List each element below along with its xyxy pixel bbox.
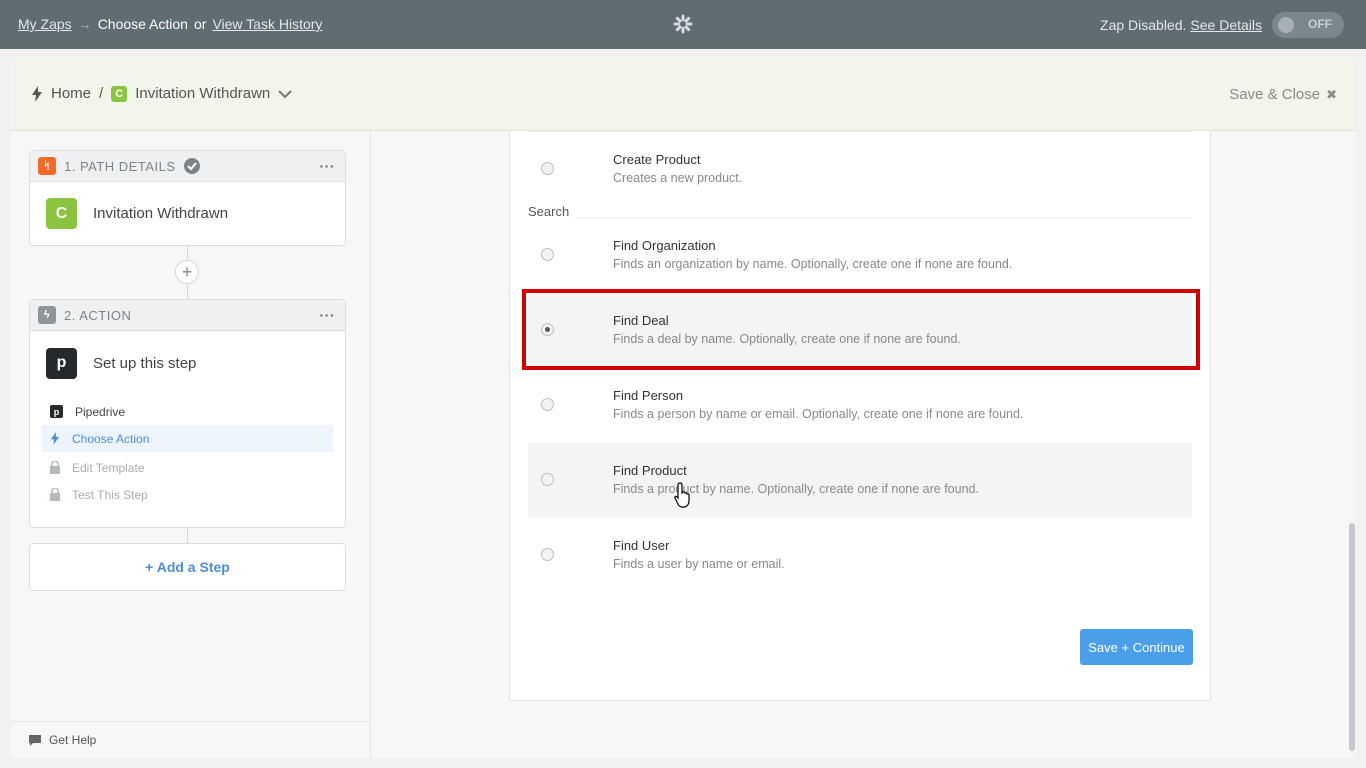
bolt-icon (32, 85, 42, 102)
see-details-link[interactable]: See Details (1190, 17, 1262, 33)
step-app-row[interactable]: p Set up this step (30, 331, 345, 395)
zap-name[interactable]: Invitation Withdrawn (135, 85, 270, 102)
substep-label: Edit Template (72, 460, 145, 475)
connector-line (187, 528, 188, 543)
lock-icon (50, 488, 60, 501)
top-bar: My Zaps → Choose Action or View Task His… (0, 0, 1366, 49)
zap-editor: Home / C Invitation Withdrawn Save & Clo… (11, 58, 1355, 758)
zap-on-off-toggle[interactable]: OFF (1272, 12, 1344, 38)
substep-edit-template[interactable]: Edit Template (42, 454, 333, 481)
bolt-icon (50, 432, 60, 445)
radio-button[interactable] (541, 162, 554, 175)
pipedrive-icon: p (46, 347, 77, 379)
option-title: Find Person (613, 388, 684, 403)
chevron-down-icon[interactable] (278, 89, 292, 99)
step-app-row[interactable]: C Invitation Withdrawn (30, 182, 345, 245)
view-task-history-link[interactable]: View Task History (212, 16, 322, 32)
option-description: Finds a person by name or email. Optiona… (613, 407, 1024, 421)
option-find-user[interactable]: Find User Finds a user by name or email. (528, 518, 1192, 593)
option-title: Create Product (613, 152, 701, 167)
scrollbar-thumb[interactable] (1349, 523, 1355, 751)
option-description: Finds a deal by name. Optionally, create… (613, 332, 961, 346)
chat-icon (29, 734, 41, 746)
zap-status-text: Zap Disabled. (1100, 17, 1187, 33)
or-text: or (193, 16, 207, 32)
step-header: ϟ 2. ACTION ··· (30, 300, 345, 331)
hand-cursor-icon (674, 482, 690, 508)
add-step-plus-icon[interactable]: + (175, 260, 199, 284)
close-icon: ✖ (1326, 86, 1337, 102)
zapier-logo-icon[interactable] (673, 14, 693, 34)
option-description: Creates a new product. (613, 171, 743, 185)
current-page-label: Choose Action (97, 16, 188, 32)
breadcrumb-arrow: → (77, 16, 92, 32)
option-title: Find Organization (613, 238, 716, 253)
step-label: 1. PATH DETAILS (64, 158, 176, 174)
save-close-button[interactable]: Save & Close ✖ (1229, 86, 1337, 103)
action-list-panel: Create Product Creates a new product. Se… (509, 131, 1211, 701)
radio-button-selected[interactable] (541, 323, 554, 336)
home-link[interactable]: Home (51, 85, 91, 102)
search-section-label: Search (528, 204, 570, 219)
toggle-label: OFF (1308, 17, 1332, 31)
breadcrumb-separator: / (99, 85, 104, 102)
save-close-label: Save & Close (1229, 86, 1321, 103)
editor-header: Home / C Invitation Withdrawn Save & Clo… (11, 58, 1355, 131)
option-title: Find User (613, 538, 670, 553)
editor-breadcrumb: Home / C Invitation Withdrawn (31, 85, 292, 102)
substep-pipedrive[interactable]: p Pipedrive (42, 398, 333, 425)
get-help-label: Get Help (49, 733, 97, 747)
lock-icon (50, 461, 60, 474)
option-find-organization[interactable]: Find Organization Finds an organization … (528, 218, 1192, 293)
action-content: Create Product Creates a new product. Se… (371, 131, 1355, 758)
substep-test-step[interactable]: Test This Step (42, 481, 333, 508)
get-help-button[interactable]: Get Help (11, 721, 370, 758)
option-create-product[interactable]: Create Product Creates a new product. (528, 131, 1192, 206)
step-menu-icon[interactable]: ··· (320, 307, 336, 323)
step-app-name: Set up this step (93, 354, 197, 372)
bolt-icon: ϟ (38, 306, 56, 324)
option-find-deal[interactable]: Find Deal Finds a deal by name. Optional… (528, 293, 1192, 368)
zap-status: Zap Disabled. See Details OFF (1100, 12, 1344, 38)
option-description: Finds an organization by name. Optionall… (613, 257, 1013, 271)
my-zaps-link[interactable]: My Zaps (18, 16, 72, 32)
step-menu-icon[interactable]: ··· (320, 158, 336, 174)
save-continue-button[interactable]: Save + Continue (1080, 629, 1193, 665)
substep-label: Test This Step (72, 487, 148, 502)
radio-button[interactable] (541, 248, 554, 261)
app-icon: C (46, 198, 77, 229)
radio-button[interactable] (541, 548, 554, 561)
radio-button[interactable] (541, 473, 554, 486)
step-card-2[interactable]: ϟ 2. ACTION ··· p Set up this step p Pip… (29, 299, 346, 528)
add-step-button[interactable]: + Add a Step (29, 543, 346, 591)
app-badge: C (111, 85, 128, 102)
toggle-knob (1278, 17, 1294, 33)
step-card-1[interactable]: ᛋ 1. PATH DETAILS ··· C Invitation Withd… (29, 150, 346, 246)
option-find-product[interactable]: Find Product Finds a product by name. Op… (528, 443, 1192, 518)
step-label: 2. ACTION (64, 307, 132, 323)
substep-choose-action[interactable]: Choose Action (42, 425, 333, 452)
option-find-person[interactable]: Find Person Finds a person by name or em… (528, 368, 1192, 443)
scrollbar[interactable] (1348, 131, 1356, 758)
substep-label: Choose Action (72, 431, 150, 446)
option-description: Finds a product by name. Optionally, cre… (613, 482, 979, 496)
path-icon: ᛋ (38, 157, 56, 175)
radio-button[interactable] (541, 398, 554, 411)
pipedrive-icon: p (50, 405, 63, 418)
step-app-name: Invitation Withdrawn (93, 205, 229, 222)
substep-label: Pipedrive (75, 404, 126, 419)
sidebar: ᛋ 1. PATH DETAILS ··· C Invitation Withd… (11, 131, 371, 758)
option-title: Find Deal (613, 313, 669, 328)
top-breadcrumb: My Zaps → Choose Action or View Task His… (18, 16, 322, 32)
option-description: Finds a user by name or email. (613, 557, 785, 571)
option-title: Find Product (613, 463, 687, 478)
step-header: ᛋ 1. PATH DETAILS ··· (30, 151, 345, 182)
check-circle-icon (183, 158, 200, 174)
